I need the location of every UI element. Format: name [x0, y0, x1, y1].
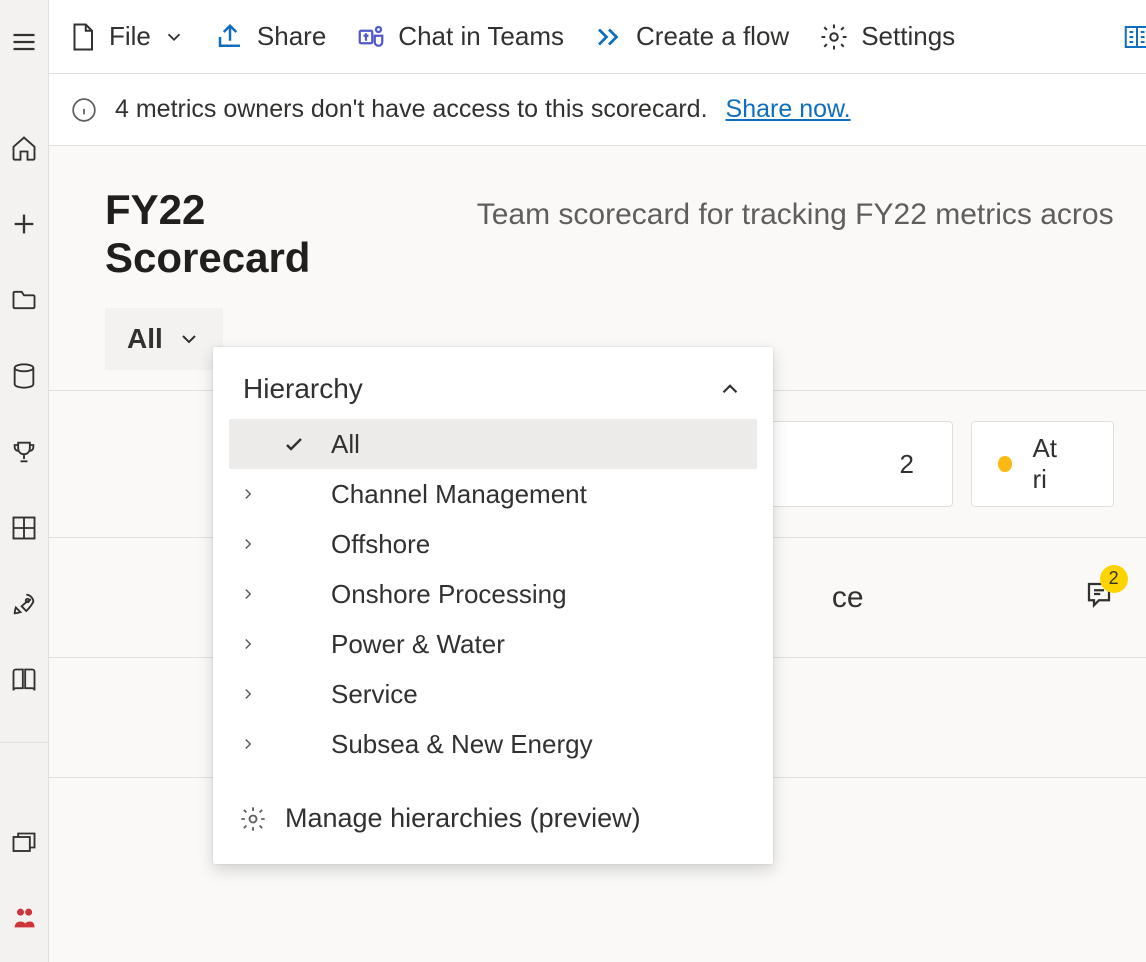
- settings-label: Settings: [861, 21, 955, 52]
- nav-apps[interactable]: [0, 504, 48, 552]
- hierarchy-item-label: Offshore: [327, 529, 430, 560]
- pill-count: 2: [899, 449, 913, 480]
- chevron-right-icon[interactable]: [239, 685, 257, 703]
- hierarchy-item-label: All: [327, 429, 360, 460]
- share-label: Share: [257, 21, 326, 52]
- hierarchy-item-label: Onshore Processing: [327, 579, 567, 610]
- hierarchy-item-subsea-new-energy[interactable]: Subsea & New Energy: [229, 719, 757, 769]
- chevron-right-icon[interactable]: [239, 585, 257, 603]
- hierarchy-item-channel-management[interactable]: Channel Management: [229, 469, 757, 519]
- manage-hierarchies-label: Manage hierarchies (preview): [285, 803, 641, 834]
- create-flow-label: Create a flow: [636, 21, 789, 52]
- filter-label: All: [127, 323, 163, 355]
- plus-icon: [10, 210, 38, 238]
- database-icon: [10, 362, 38, 390]
- apps-icon: [10, 514, 38, 542]
- status-dot: [998, 456, 1013, 472]
- hierarchy-item-onshore-processing[interactable]: Onshore Processing: [229, 569, 757, 619]
- chat-teams-button[interactable]: Chat in Teams: [356, 21, 564, 52]
- page-description: Team scorecard for tracking FY22 metrics…: [477, 198, 1114, 232]
- nav-workspaces[interactable]: [0, 820, 48, 868]
- settings-button[interactable]: Settings: [819, 21, 955, 52]
- share-icon: [215, 22, 245, 52]
- pill-label: At ri: [1032, 433, 1074, 495]
- hierarchy-filter-button[interactable]: All: [105, 308, 223, 370]
- hierarchy-item-label: Subsea & New Energy: [327, 729, 593, 760]
- rocket-icon: [10, 590, 38, 618]
- hierarchy-item-service[interactable]: Service: [229, 669, 757, 719]
- chevron-right-icon[interactable]: [239, 735, 257, 753]
- hierarchy-dropdown: Hierarchy All Channel Management Offshor…: [213, 347, 773, 864]
- book-icon: [10, 666, 38, 694]
- reading-view-icon: [1122, 22, 1146, 52]
- people-icon: [10, 904, 38, 932]
- chevron-down-icon: [177, 327, 201, 351]
- nav-learn[interactable]: [0, 656, 48, 704]
- folder-icon: [10, 286, 38, 314]
- reading-view-button[interactable]: [1122, 22, 1146, 52]
- nav-goals[interactable]: [0, 428, 48, 476]
- teams-icon: [356, 22, 386, 52]
- file-menu[interactable]: File: [67, 21, 185, 52]
- nav-home[interactable]: [0, 124, 48, 172]
- share-now-link[interactable]: Share now.: [726, 95, 851, 124]
- hierarchy-item-all[interactable]: All: [229, 419, 757, 469]
- status-pill-at-risk[interactable]: At ri: [971, 421, 1114, 507]
- hamburger-menu-button[interactable]: [0, 18, 48, 66]
- nav-browse[interactable]: [0, 276, 48, 324]
- hierarchy-item-label: Power & Water: [327, 629, 505, 660]
- notes-button[interactable]: 2: [1084, 579, 1114, 617]
- create-flow-button[interactable]: Create a flow: [594, 21, 789, 52]
- hamburger-icon: [10, 28, 38, 56]
- nav-workspace-people[interactable]: [0, 894, 48, 942]
- hierarchy-item-offshore[interactable]: Offshore: [229, 519, 757, 569]
- info-message: 4 metrics owners don't have access to th…: [115, 95, 708, 124]
- manage-hierarchies-button[interactable]: Manage hierarchies (preview): [229, 769, 757, 840]
- gear-icon: [819, 22, 849, 52]
- nav-data[interactable]: [0, 352, 48, 400]
- nav-rail: [0, 0, 49, 962]
- notes-count-badge: 2: [1100, 565, 1128, 593]
- flow-icon: [594, 22, 624, 52]
- hierarchy-item-label: Channel Management: [327, 479, 587, 510]
- gear-icon: [239, 805, 267, 833]
- dropdown-title: Hierarchy: [243, 373, 363, 405]
- file-icon: [67, 22, 97, 52]
- trophy-icon: [10, 438, 38, 466]
- page-title: FY22 Scorecard: [105, 186, 409, 282]
- workspaces-icon: [10, 830, 38, 858]
- hierarchy-item-label: Service: [327, 679, 418, 710]
- nav-deploy[interactable]: [0, 580, 48, 628]
- chevron-up-icon: [717, 376, 743, 402]
- file-label: File: [109, 21, 151, 52]
- toolbar: File Share Chat in Teams Create a flow S…: [49, 0, 1146, 74]
- nav-create[interactable]: [0, 200, 48, 248]
- chat-teams-label: Chat in Teams: [398, 21, 564, 52]
- chevron-right-icon[interactable]: [239, 485, 257, 503]
- hierarchy-item-power-water[interactable]: Power & Water: [229, 619, 757, 669]
- info-bar: 4 metrics owners don't have access to th…: [49, 74, 1146, 146]
- check-icon: [282, 432, 306, 456]
- dropdown-header[interactable]: Hierarchy: [229, 373, 757, 419]
- chevron-right-icon[interactable]: [239, 635, 257, 653]
- share-button[interactable]: Share: [215, 21, 326, 52]
- chevron-right-icon[interactable]: [239, 535, 257, 553]
- chevron-down-icon: [163, 26, 185, 48]
- info-icon: [71, 97, 97, 123]
- home-icon: [10, 134, 38, 162]
